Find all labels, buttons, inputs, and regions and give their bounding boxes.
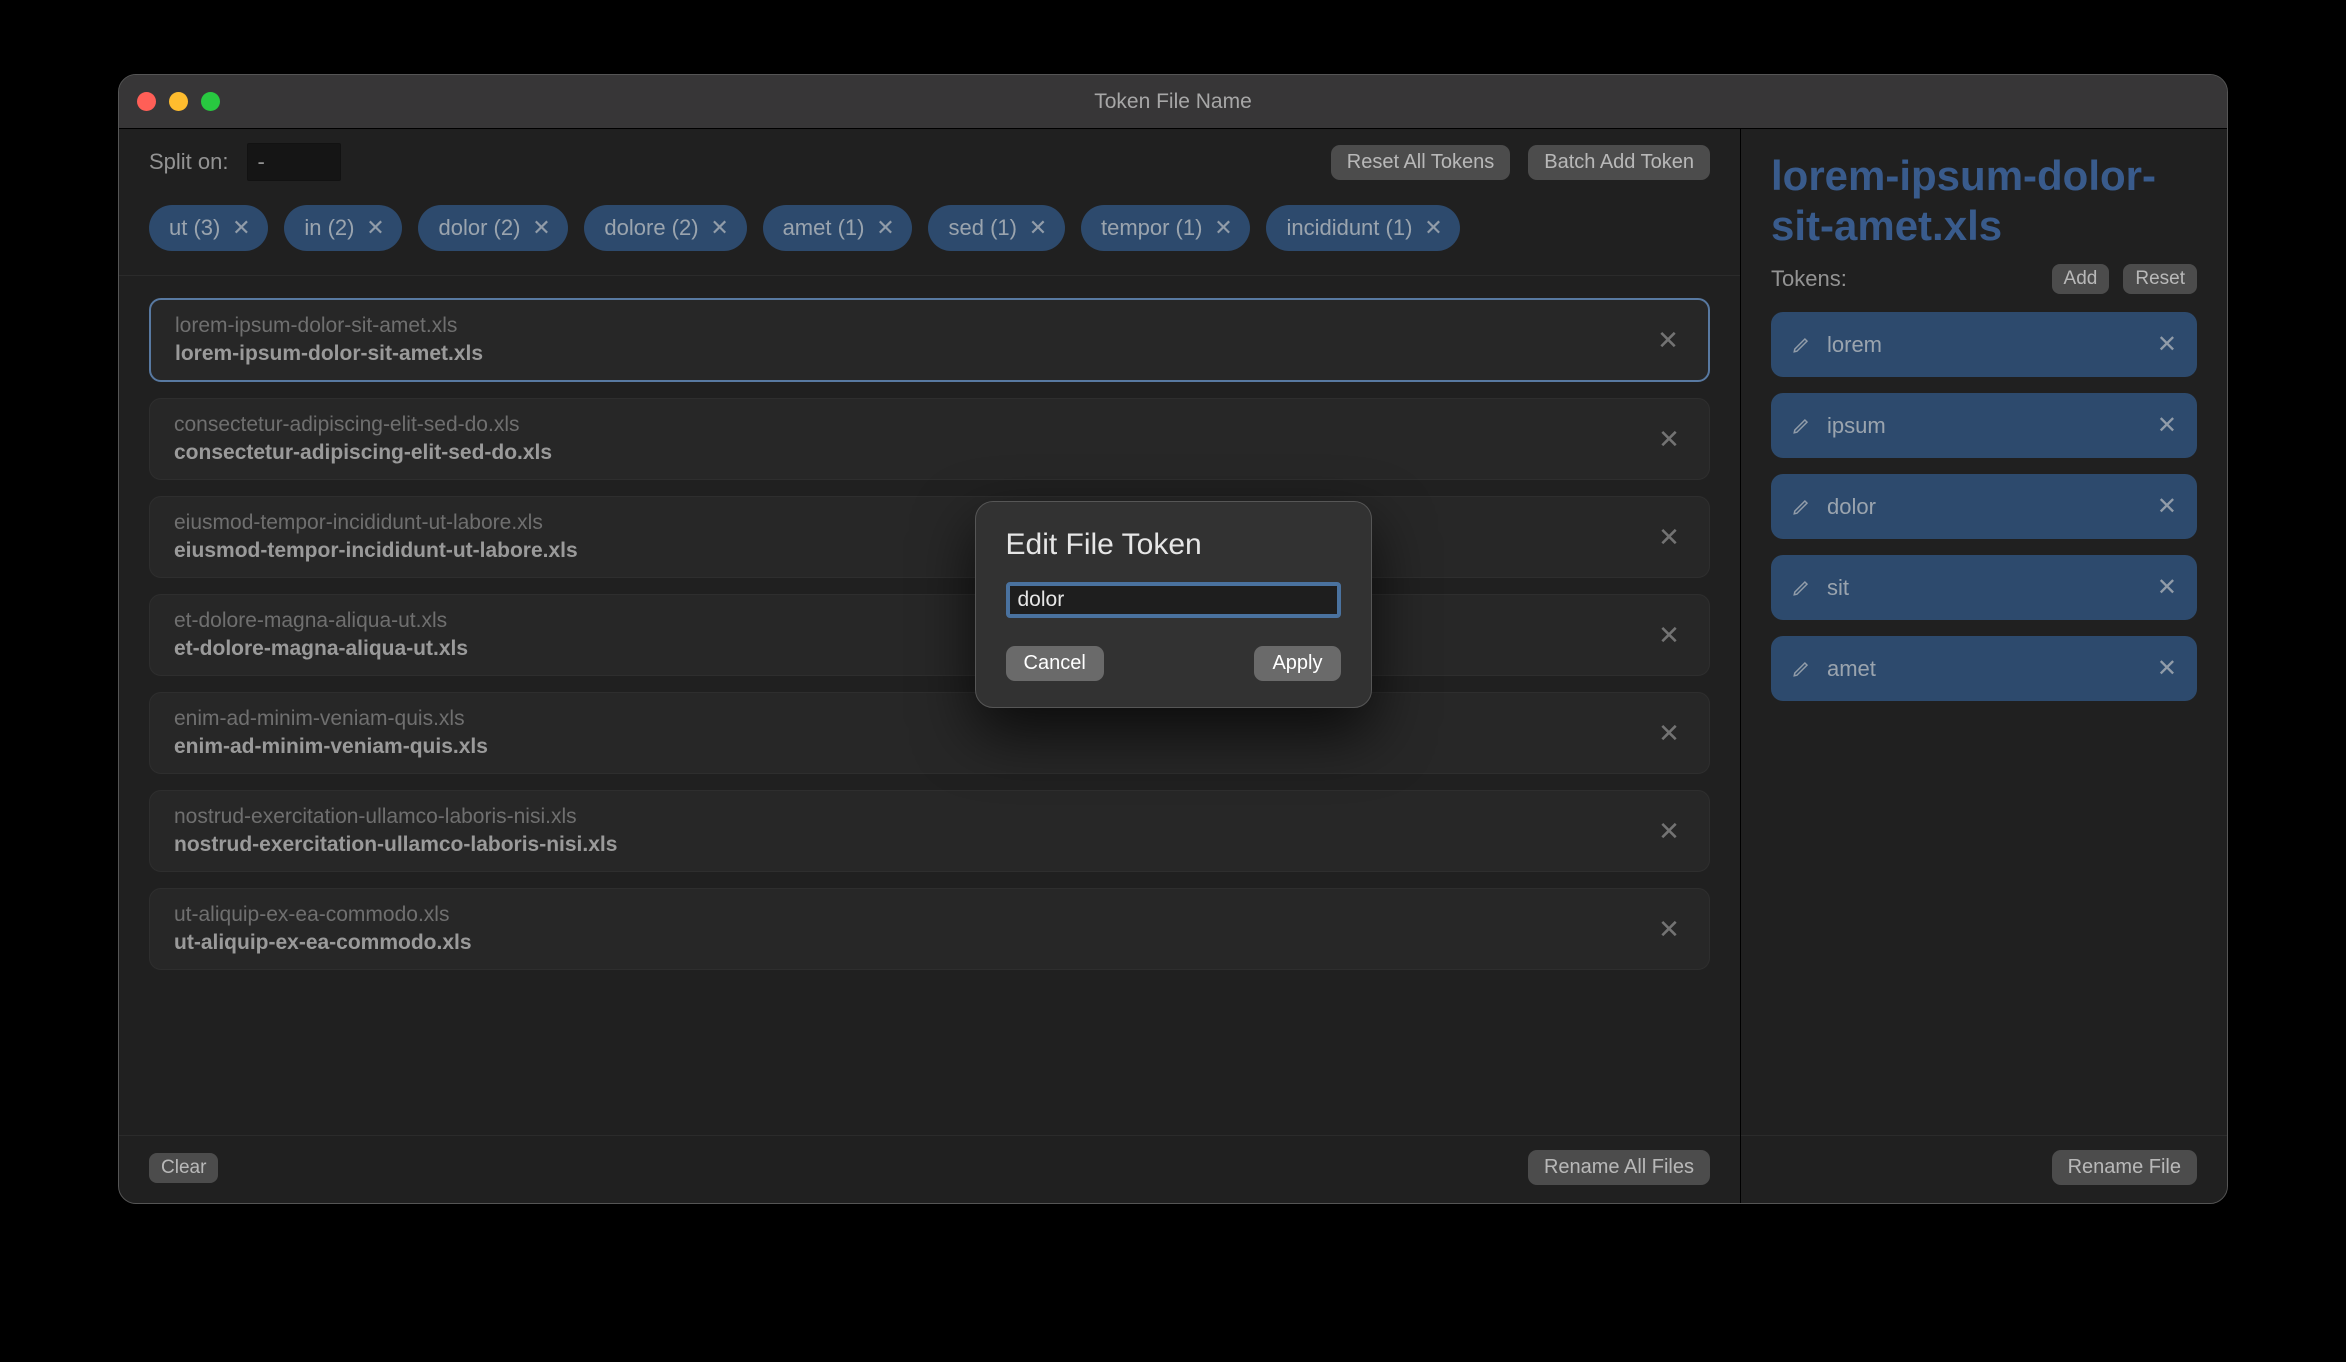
window-title: Token File Name bbox=[119, 90, 2227, 114]
cancel-button[interactable]: Cancel bbox=[1006, 646, 1104, 681]
modal-title: Edit File Token bbox=[1006, 528, 1341, 562]
apply-button[interactable]: Apply bbox=[1254, 646, 1340, 681]
edit-token-modal: Edit File Token Cancel Apply bbox=[975, 501, 1372, 708]
modal-actions: Cancel Apply bbox=[1006, 646, 1341, 681]
window-controls bbox=[137, 92, 220, 111]
close-window-button[interactable] bbox=[137, 92, 156, 111]
modal-backdrop[interactable]: Edit File Token Cancel Apply bbox=[119, 129, 2227, 1203]
minimize-window-button[interactable] bbox=[169, 92, 188, 111]
token-value-input[interactable] bbox=[1006, 582, 1341, 618]
app-window: Token File Name Split on: Reset All Toke… bbox=[118, 74, 2228, 1204]
zoom-window-button[interactable] bbox=[201, 92, 220, 111]
titlebar: Token File Name bbox=[119, 75, 2227, 129]
